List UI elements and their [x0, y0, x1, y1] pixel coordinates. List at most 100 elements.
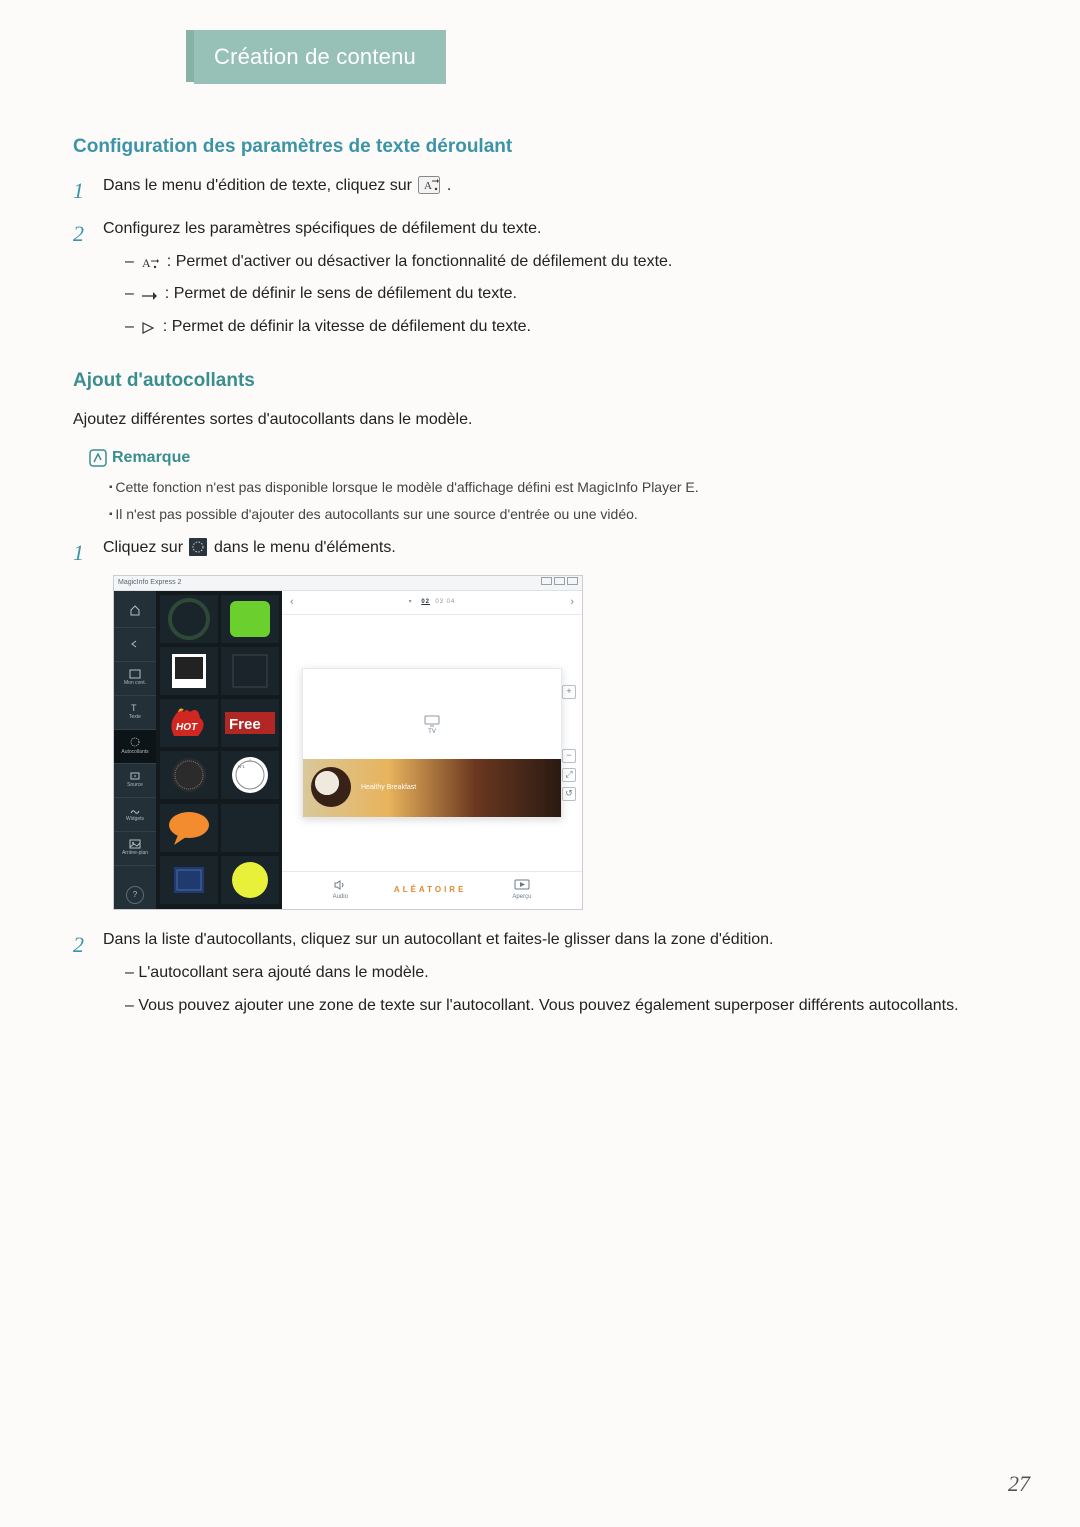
bullet-scroll-speed-text: : Permet de définir la vitesse de défile…: [163, 318, 531, 335]
sidebar-item-text[interactable]: TTexte: [114, 696, 156, 730]
letter-a-arrow-icon: A: [140, 256, 160, 270]
page-content: Configuration des paramètres de texte dé…: [73, 128, 1030, 1036]
fit-button[interactable]: ⤢: [562, 768, 576, 782]
stickers-step-2-lead: Dans la liste d'autocollants, cliquez su…: [103, 928, 1030, 953]
preview-button[interactable]: Aperçu: [512, 879, 531, 902]
scroll-toggle-icon: A: [418, 176, 440, 194]
step-number-2b: 2: [73, 928, 84, 962]
next-slide-button[interactable]: ›: [570, 594, 574, 611]
zoom-out-button[interactable]: −: [562, 749, 576, 763]
sticker-hot[interactable]: HOT: [160, 699, 218, 747]
svg-text:T: T: [131, 703, 137, 713]
step-1-text-pre: Dans le menu d'édition de texte, cliquez…: [103, 177, 416, 194]
sticker-menu-icon: [189, 538, 207, 556]
preview-icon: [514, 879, 530, 891]
canvas-tool-column: + − ⤢ ↺: [562, 685, 576, 801]
prev-slide-button[interactable]: ‹: [290, 594, 294, 611]
canvas-bottombar: Audio ALÉATOIRE Aperçu: [282, 871, 582, 909]
step-2-bullets: A : Permet d'activer ou désactiver la fo…: [103, 250, 1030, 340]
sticker-empty[interactable]: [221, 804, 279, 852]
step-2-lead: Configurez les paramètres spécifiques de…: [103, 217, 1030, 242]
step-1-text-post: .: [447, 177, 451, 194]
stickers-intro: Ajoutez différentes sortes d'autocollant…: [73, 408, 1030, 433]
arrow-right-icon: [140, 290, 158, 302]
sticker-circle-dark[interactable]: [160, 595, 218, 643]
remark-item-1: Cette fonction n'est pas disponible lors…: [109, 477, 1030, 499]
remark-items: Cette fonction n'est pas disponible lors…: [89, 477, 1030, 526]
sticker-grid: HOT Free N°1: [156, 591, 282, 909]
page-number: 27: [1008, 1471, 1030, 1497]
sticker-free[interactable]: Free: [221, 699, 279, 747]
timecodes[interactable]: ▾ 02 03 04: [409, 598, 456, 607]
reset-button[interactable]: ↺: [562, 787, 576, 801]
stickers-step-1: 1 Cliquez sur dans le menu d'éléments. M…: [73, 536, 1030, 910]
svg-text:N°1: N°1: [238, 764, 245, 769]
bullet-scroll-toggle-text: : Permet d'activer ou désactiver la fonc…: [167, 253, 673, 270]
step-1: 1 Dans le menu d'édition de texte, cliqu…: [73, 174, 1030, 199]
app-sidebar: Mon cont. TTexte Autocollants Source Wid…: [114, 591, 156, 909]
remark-label: Remarque: [112, 449, 190, 467]
sticker-photo-frame[interactable]: [160, 647, 218, 695]
sidebar-help[interactable]: ?: [126, 886, 144, 904]
stickers-bullet-2: Vous pouvez ajouter une zone de texte su…: [125, 994, 1030, 1019]
section-title-stickers: Ajout d'autocollants: [73, 370, 1030, 392]
chapter-tab: Création de contenu: [194, 30, 446, 84]
app-title: MagicInfo Express 2: [118, 578, 181, 589]
zoom-in-button[interactable]: +: [562, 685, 576, 699]
sidebar-item-home[interactable]: [114, 594, 156, 628]
tv-icon: [423, 714, 441, 728]
sticker-photo-frame-2[interactable]: [221, 647, 279, 695]
sidebar-item-background[interactable]: Arrière-plan: [114, 832, 156, 866]
canvas-main[interactable]: TV Healthy Breakfast + − ⤢: [282, 615, 582, 871]
step-2: 2 Configurez les paramètres spécifiques …: [73, 217, 1030, 340]
slide[interactable]: TV Healthy Breakfast: [302, 668, 562, 818]
sticker-tag-navy[interactable]: [160, 856, 218, 904]
random-button[interactable]: ALÉATOIRE: [394, 884, 466, 896]
stickers-step-1-post: dans le menu d'éléments.: [214, 539, 396, 556]
canvas-topbar: ‹ ▾ 02 03 04 ›: [282, 591, 582, 615]
stickers-step-2-bullets: L'autocollant sera ajouté dans le modèle…: [103, 961, 1030, 1019]
svg-text:A: A: [424, 180, 432, 192]
app-window: MagicInfo Express 2 Mon cont. TTexte Aut…: [113, 575, 583, 910]
bullet-scroll-direction-text: : Permet de définir le sens de défilemen…: [165, 285, 517, 302]
app-titlebar: MagicInfo Express 2: [114, 576, 582, 591]
svg-text:A: A: [142, 256, 151, 270]
tool-spacer: [562, 704, 576, 744]
sidebar-item-mycontent[interactable]: Mon cont.: [114, 662, 156, 696]
step-number-1: 1: [73, 174, 84, 208]
step-number-1b: 1: [73, 536, 84, 570]
note-icon: [89, 449, 107, 467]
play-outline-icon: [140, 321, 156, 335]
section-title-scrolling: Configuration des paramètres de texte dé…: [73, 136, 1030, 158]
stickers-step-2: 2 Dans la liste d'autocollants, cliquez …: [73, 928, 1030, 1018]
sidebar-item-source[interactable]: Source: [114, 764, 156, 798]
remark-item-2: Il n'est pas possible d'ajouter des auto…: [109, 504, 1030, 526]
sticker-circle-yellow[interactable]: [221, 856, 279, 904]
step-number-2: 2: [73, 217, 84, 251]
bullet-scroll-direction: : Permet de définir le sens de défilemen…: [125, 282, 1030, 307]
app-canvas: ‹ ▾ 02 03 04 › TV: [282, 591, 582, 909]
scrolling-steps: 1 Dans le menu d'édition de texte, cliqu…: [73, 174, 1030, 340]
bullet-scroll-speed: : Permet de définir la vitesse de défile…: [125, 315, 1030, 340]
sidebar-item-widgets[interactable]: Widgets: [114, 798, 156, 832]
slide-tv-block: TV: [303, 691, 561, 761]
stickers-bullet-1: L'autocollant sera ajouté dans le modèle…: [125, 961, 1030, 986]
sticker-seal-dark[interactable]: [160, 751, 218, 799]
sidebar-item-stickers[interactable]: Autocollants: [114, 730, 156, 764]
speaker-icon: [333, 879, 347, 891]
remark-block: Remarque Cette fonction n'est pas dispon…: [89, 449, 1030, 526]
svg-text:HOT: HOT: [176, 722, 198, 733]
slide-food-strip: Healthy Breakfast: [303, 759, 561, 817]
app-body: Mon cont. TTexte Autocollants Source Wid…: [114, 591, 582, 909]
sidebar-spacer: [114, 866, 156, 886]
bullet-scroll-toggle: A : Permet d'activer ou désactiver la fo…: [125, 250, 1030, 275]
remark-head: Remarque: [89, 449, 1030, 467]
audio-button[interactable]: Audio: [333, 879, 348, 902]
svg-text:Free: Free: [229, 716, 261, 733]
sticker-speech-orange[interactable]: [160, 804, 218, 852]
sticker-seal-white[interactable]: N°1: [221, 751, 279, 799]
sticker-rect-green[interactable]: [221, 595, 279, 643]
stickers-step-1-pre: Cliquez sur: [103, 539, 187, 556]
window-buttons[interactable]: [539, 577, 578, 590]
sidebar-item-back[interactable]: [114, 628, 156, 662]
